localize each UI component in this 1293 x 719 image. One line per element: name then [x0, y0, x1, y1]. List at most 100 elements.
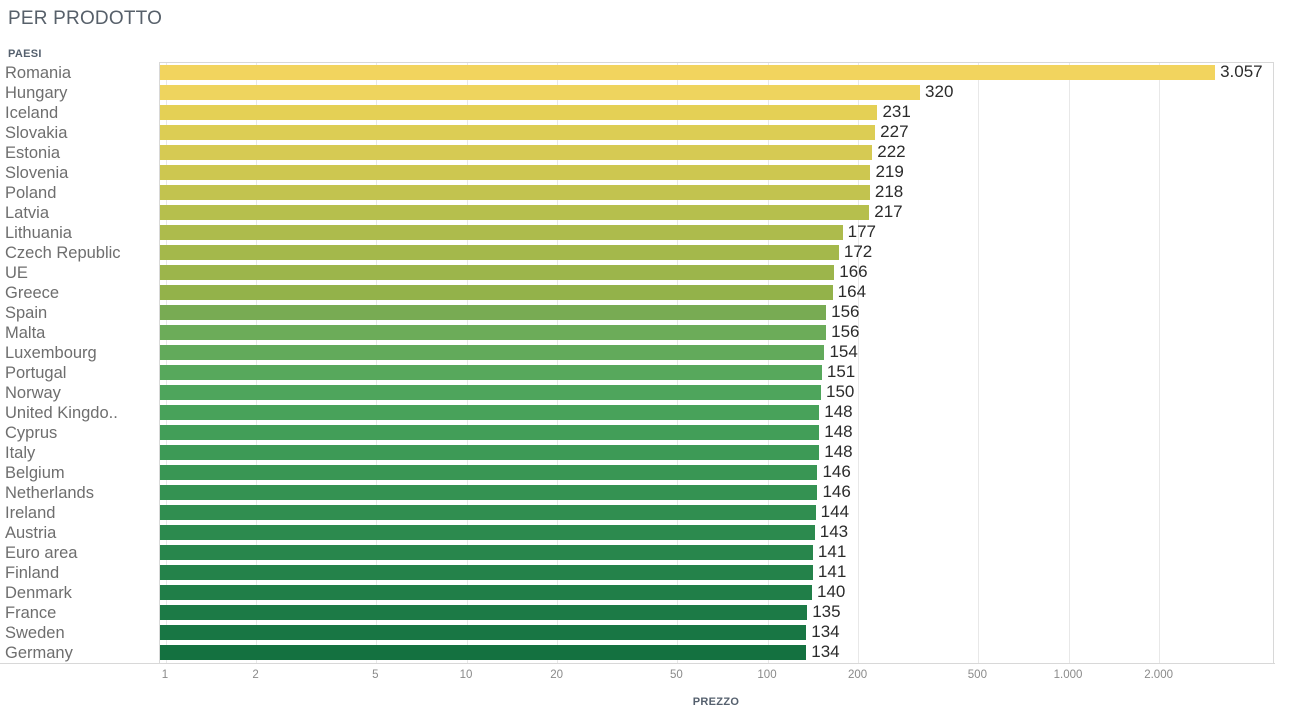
bar[interactable] — [160, 365, 822, 380]
bar[interactable] — [160, 305, 827, 320]
category-label[interactable]: Ireland — [0, 503, 158, 523]
category-label[interactable]: Romania — [0, 63, 158, 83]
x-axis-tick-label: 50 — [669, 669, 683, 681]
bar[interactable] — [160, 65, 1216, 80]
category-label[interactable]: Iceland — [0, 103, 158, 123]
bar[interactable] — [160, 645, 807, 660]
category-label-text: UE — [5, 264, 28, 282]
bar[interactable] — [160, 545, 813, 560]
gridline — [977, 63, 979, 663]
bar[interactable] — [160, 145, 873, 160]
category-label[interactable]: Spain — [0, 303, 158, 323]
category-label[interactable]: Italy — [0, 443, 158, 463]
dimension-header-paesi: PAESI — [8, 48, 42, 60]
bar[interactable] — [160, 245, 839, 260]
bar-value-label: 143 — [819, 522, 849, 541]
bar[interactable] — [160, 185, 870, 200]
category-label-text: Slovakia — [5, 124, 68, 142]
category-label[interactable]: Netherlands — [0, 483, 158, 503]
category-label-text: France — [5, 604, 57, 622]
bar[interactable] — [160, 485, 818, 500]
bar-chart: Romania Hungary Iceland Slovakia Estonia Slov… — [0, 62, 1275, 663]
bar-value-label: 140 — [816, 582, 846, 601]
bar-value-label: 320 — [925, 82, 954, 101]
category-label[interactable]: Norway — [0, 383, 158, 403]
bar[interactable] — [160, 105, 878, 120]
bar[interactable] — [160, 225, 843, 240]
bar[interactable] — [160, 405, 820, 420]
bar[interactable] — [160, 385, 821, 400]
category-label[interactable]: Euro area — [0, 543, 158, 563]
category-label[interactable]: Slovakia — [0, 123, 158, 143]
category-label-text: Norway — [5, 384, 61, 402]
category-label-text: Latvia — [5, 204, 50, 222]
category-label-text: Belgium — [5, 464, 65, 482]
bar[interactable] — [160, 505, 816, 520]
bar[interactable] — [160, 425, 820, 440]
x-axis-title: PREZZO — [692, 696, 740, 708]
category-label[interactable]: Lithuania — [0, 223, 158, 243]
bar[interactable] — [160, 585, 812, 600]
category-label[interactable]: Austria — [0, 523, 158, 543]
category-label[interactable]: Hungary — [0, 83, 158, 103]
bar-value-label: 172 — [843, 242, 873, 261]
bar-value-label: 150 — [826, 382, 855, 401]
category-label-text: Finland — [5, 564, 60, 582]
bar-value-label: 148 — [824, 422, 853, 441]
bar-value-label: 134 — [811, 642, 840, 661]
category-label[interactable]: Luxembourg — [0, 343, 158, 363]
bar[interactable] — [160, 605, 808, 620]
category-label[interactable]: France — [0, 603, 158, 623]
bar-value-label: 148 — [824, 402, 853, 421]
x-axis-tick-label: 1.000 — [1053, 669, 1083, 681]
category-label[interactable]: UE — [0, 263, 158, 283]
category-label[interactable]: Slovenia — [0, 163, 158, 183]
category-label[interactable]: Czech Republic — [0, 243, 158, 263]
bar[interactable] — [160, 205, 870, 220]
bar[interactable] — [160, 85, 921, 100]
bar-value-label: 164 — [837, 282, 867, 301]
x-axis-tick-label: 2.000 — [1144, 669, 1173, 681]
category-label[interactable]: Cyprus — [0, 423, 158, 443]
category-label[interactable]: Latvia — [0, 203, 158, 223]
category-label[interactable]: Portugal — [0, 363, 158, 383]
category-label-text: Iceland — [5, 104, 59, 122]
bar-value-label: 231 — [882, 102, 911, 121]
bar[interactable] — [160, 325, 827, 340]
bar[interactable] — [160, 625, 807, 640]
x-axis-tick-label: 10 — [459, 669, 473, 681]
x-axis-tick-label: 2 — [252, 669, 259, 681]
category-label[interactable]: Belgium — [0, 463, 158, 483]
category-label[interactable]: Sweden — [0, 623, 158, 643]
bar[interactable] — [160, 525, 815, 540]
bar[interactable] — [160, 165, 871, 180]
bar[interactable] — [160, 465, 818, 480]
bar[interactable] — [160, 345, 825, 360]
category-label[interactable]: Germany — [0, 643, 158, 663]
bar[interactable] — [160, 565, 813, 580]
category-label[interactable]: Finland — [0, 563, 158, 583]
bar-value-label: 218 — [874, 182, 904, 201]
category-label-text: Luxembourg — [5, 344, 97, 362]
x-axis-line — [0, 663, 1275, 664]
bar-value-label: 3.057 — [1220, 62, 1263, 81]
category-label-text: Italy — [5, 444, 36, 462]
x-axis-tick-label: 20 — [550, 669, 564, 681]
category-label[interactable]: Malta — [0, 323, 158, 343]
x-axis-tick-label: 100 — [757, 669, 777, 681]
x-axis-tick-label: 200 — [848, 669, 868, 681]
category-label-text: Sweden — [5, 624, 65, 642]
category-label[interactable]: Estonia — [0, 143, 158, 163]
bar[interactable] — [160, 285, 833, 300]
category-label[interactable]: Denmark — [0, 583, 158, 603]
bar[interactable] — [160, 125, 876, 140]
bar[interactable] — [160, 265, 835, 280]
category-label[interactable]: United Kingdo.. — [0, 403, 158, 423]
category-label-text: Lithuania — [5, 224, 72, 242]
category-label[interactable]: Poland — [0, 183, 158, 203]
category-label[interactable]: Greece — [0, 283, 158, 303]
x-axis-tick-label: 1 — [161, 669, 169, 681]
category-label-text: Austria — [5, 524, 57, 542]
bar[interactable] — [160, 445, 820, 460]
category-label-text: Estonia — [5, 144, 61, 162]
